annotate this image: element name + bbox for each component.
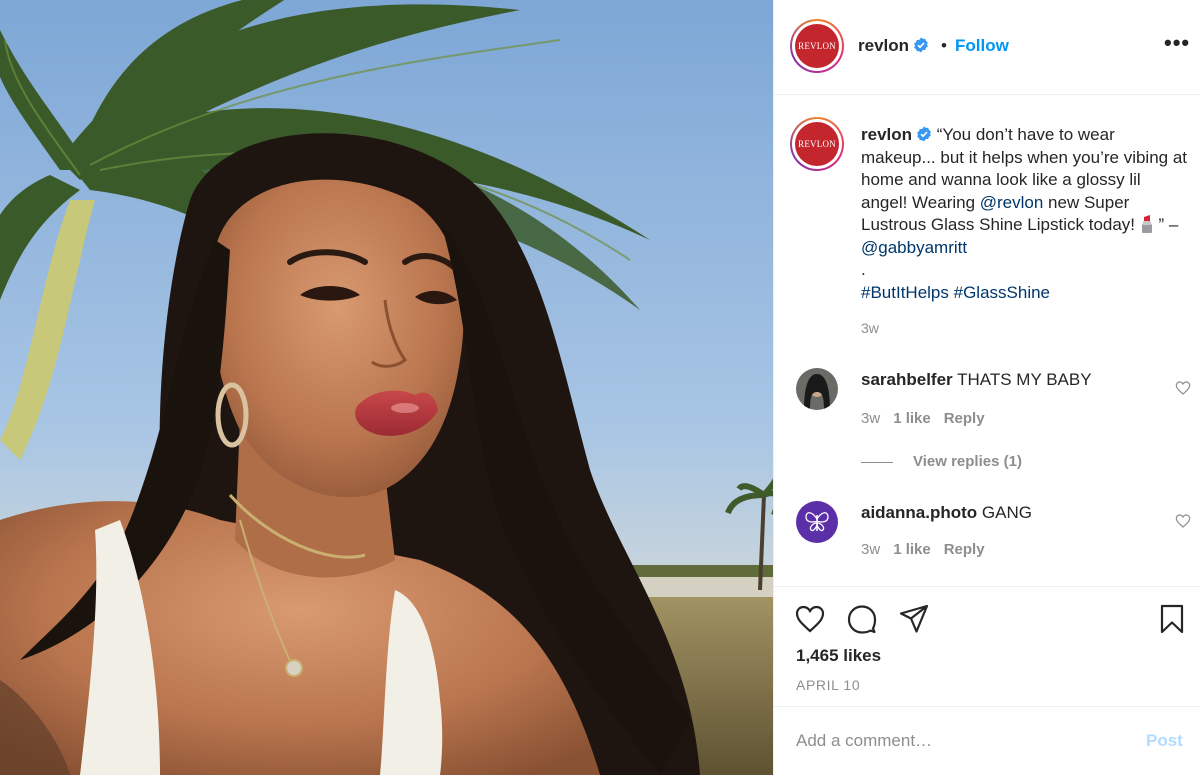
- caption-timestamp[interactable]: 3w: [861, 320, 879, 336]
- divider-line: [861, 461, 893, 463]
- mention-link[interactable]: @revlon: [980, 193, 1044, 212]
- caption-text: revlon “You don’t have to wear makeup...…: [861, 124, 1191, 304]
- revlon-logo: REVLON: [795, 24, 839, 68]
- share-paper-plane-icon[interactable]: [898, 603, 930, 635]
- post-side-panel: REVLON revlon • Follow ••• REVLON revlon…: [773, 0, 1200, 775]
- view-replies-button[interactable]: View replies (1): [861, 453, 1022, 470]
- comment-likes[interactable]: 1 like: [893, 410, 931, 427]
- comment-meta: 3w 1 like Reply: [861, 541, 998, 558]
- reply-button[interactable]: Reply: [944, 410, 985, 427]
- comment-meta: 3w 1 like Reply: [861, 410, 998, 427]
- view-replies-label[interactable]: View replies (1): [913, 453, 1022, 470]
- add-comment-bar: Post: [774, 706, 1200, 775]
- commenter-avatar[interactable]: [796, 368, 838, 410]
- lipstick-emoji-icon: [1141, 215, 1152, 233]
- post-photo[interactable]: [0, 0, 773, 775]
- post-header: REVLON revlon • Follow •••: [774, 0, 1200, 95]
- post-date[interactable]: APRIL 10: [796, 677, 860, 693]
- mention-link[interactable]: @gabbyamritt: [861, 238, 967, 257]
- comment-time[interactable]: 3w: [861, 541, 880, 558]
- commenter-avatar[interactable]: [796, 501, 838, 543]
- account-username-text[interactable]: revlon: [858, 36, 909, 55]
- likes-count[interactable]: 1,465 likes: [796, 646, 881, 666]
- revlon-logo: REVLON: [795, 122, 839, 166]
- account-username[interactable]: revlon: [858, 36, 929, 56]
- comment-input[interactable]: [796, 727, 1126, 755]
- post-actions: 1,465 likes APRIL 10: [774, 586, 1200, 706]
- like-heart-icon[interactable]: [794, 603, 826, 635]
- caption-avatar[interactable]: REVLON: [790, 117, 844, 171]
- comment-body: GANG: [981, 503, 1032, 522]
- verified-badge-icon: [914, 37, 928, 53]
- selfie-illustration: [0, 0, 773, 775]
- comment-likes[interactable]: 1 like: [893, 541, 931, 558]
- comment-body: THATS MY BABY: [957, 370, 1092, 389]
- comment-text: aidanna.photo GANG: [861, 503, 1032, 523]
- hashtag-link[interactable]: #GlassShine: [954, 283, 1050, 302]
- hashtag-link[interactable]: #ButItHelps: [861, 283, 949, 302]
- caption-username[interactable]: revlon: [861, 125, 912, 144]
- more-options-icon[interactable]: •••: [1164, 30, 1190, 56]
- comment-bubble-icon[interactable]: [846, 603, 878, 635]
- comment-time[interactable]: 3w: [861, 410, 880, 427]
- reply-button[interactable]: Reply: [944, 541, 985, 558]
- verified-badge-icon: [917, 126, 931, 142]
- comment-username[interactable]: aidanna.photo: [861, 503, 977, 522]
- save-bookmark-icon[interactable]: [1156, 603, 1188, 635]
- comment-username[interactable]: sarahbelfer: [861, 370, 953, 389]
- follow-button[interactable]: Follow: [955, 36, 1009, 56]
- separator-dot: •: [941, 36, 947, 55]
- like-comment-heart-icon[interactable]: [1175, 380, 1191, 396]
- post-comment-button[interactable]: Post: [1146, 731, 1183, 751]
- comment-text: sarahbelfer THATS MY BABY: [861, 370, 1092, 390]
- like-comment-heart-icon[interactable]: [1175, 513, 1191, 529]
- caption-body-3: ” –: [1153, 215, 1179, 234]
- caption-dot: .: [861, 260, 866, 279]
- account-avatar[interactable]: REVLON: [790, 19, 844, 73]
